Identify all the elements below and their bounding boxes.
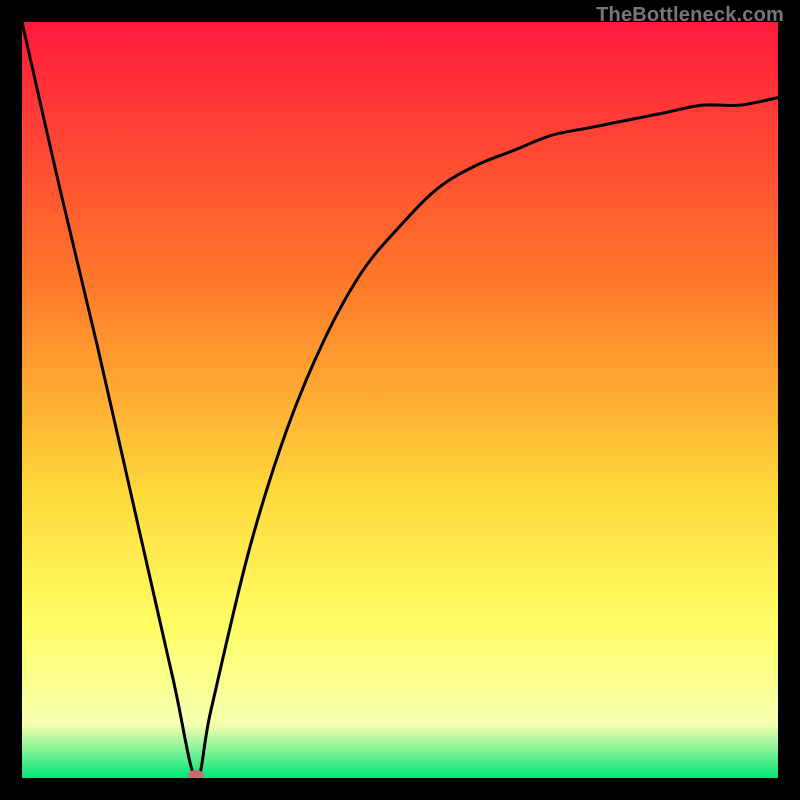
- bottleneck-plot: [22, 22, 778, 778]
- chart-frame: TheBottleneck.com: [0, 0, 800, 800]
- gradient-background: [22, 22, 778, 778]
- watermark-text: TheBottleneck.com: [596, 4, 784, 27]
